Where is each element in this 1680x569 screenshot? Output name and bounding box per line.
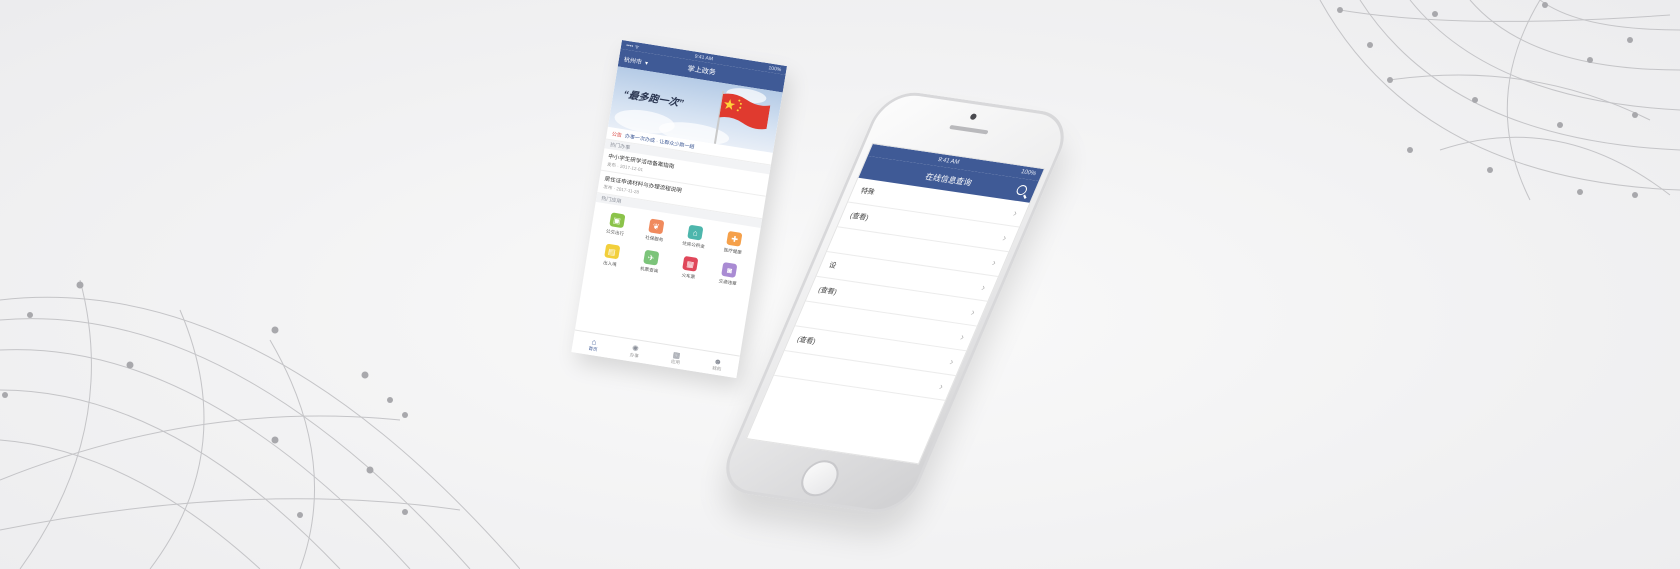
service-traffic[interactable]: ◙ 交通违章: [707, 260, 750, 289]
medical-kit-icon: ✚: [726, 230, 743, 247]
network-globe-left: [0, 280, 520, 569]
list-item-label: 设: [827, 262, 838, 270]
speaker-grille: [948, 124, 989, 135]
chevron-right-icon: ›: [969, 306, 977, 319]
service-label: 公交出行: [605, 228, 625, 237]
chevron-right-icon: ›: [990, 257, 998, 269]
list-item-label: (查看): [795, 336, 817, 346]
flag-icon: [719, 93, 771, 130]
tab-label: 首页: [588, 345, 598, 352]
list-item-label: (查看): [848, 212, 870, 223]
list-item-label: 特殊: [859, 187, 876, 197]
back-screen: 9:41 AM 100% 在线信息查询 特殊 › (查看) › › 设 › (查看) ›…: [745, 142, 1046, 465]
car-icon: ◙: [721, 262, 738, 278]
chevron-right-icon: ›: [1000, 232, 1009, 244]
service-exit-entry[interactable]: ▤ 出入境: [590, 241, 633, 270]
banner-slogan: “最多跑一次”: [622, 89, 685, 110]
service-flights[interactable]: ✈ 机票查询: [629, 248, 672, 277]
notice-tag: 公告: [611, 130, 623, 139]
service-medical[interactable]: ✚ 医疗健康: [713, 229, 756, 258]
service-label: 医疗健康: [723, 247, 743, 255]
service-label: 社保服务: [644, 234, 664, 243]
home-button[interactable]: [795, 457, 845, 499]
service-label: 出入境: [602, 260, 618, 268]
hand-heart-icon: ❦: [648, 218, 665, 235]
page-title: 在线信息查询: [923, 171, 974, 188]
plane-icon: ✈: [643, 249, 660, 266]
service-bus[interactable]: ▣ 公交出行: [595, 210, 638, 239]
status-battery: 100%: [1019, 169, 1037, 178]
chevron-right-icon: ›: [947, 356, 956, 368]
search-icon[interactable]: [1014, 184, 1029, 196]
service-label: 机票查询: [639, 265, 659, 274]
service-label: 交通违章: [718, 278, 738, 287]
service-label: 住房公积金: [681, 240, 706, 250]
service-housing-fund[interactable]: ⌂ 住房公积金: [673, 223, 716, 252]
tab-label: 我的: [711, 364, 722, 372]
chevron-right-icon: ›: [937, 380, 946, 393]
bus-icon: ▣: [608, 212, 626, 229]
camera-icon: [969, 113, 978, 121]
chevron-right-icon: ›: [1011, 207, 1020, 219]
service-train[interactable]: ▦ 火车票: [668, 254, 711, 283]
chevron-right-icon: ›: [958, 331, 967, 343]
service-label: 火车票: [681, 272, 696, 280]
card-icon: ▤: [603, 243, 620, 260]
chevron-right-icon: ›: [979, 281, 988, 294]
house-icon: ⌂: [687, 224, 704, 241]
tab-label: 应用: [670, 358, 681, 365]
network-globe-right: [1319, 0, 1680, 201]
train-icon: ▦: [682, 255, 699, 272]
status-time: 9:41 AM: [936, 156, 961, 166]
list-item-label: (查看): [816, 286, 838, 297]
tab-label: 办事: [629, 351, 640, 359]
service-social-security[interactable]: ❦ 社保服务: [634, 216, 677, 245]
